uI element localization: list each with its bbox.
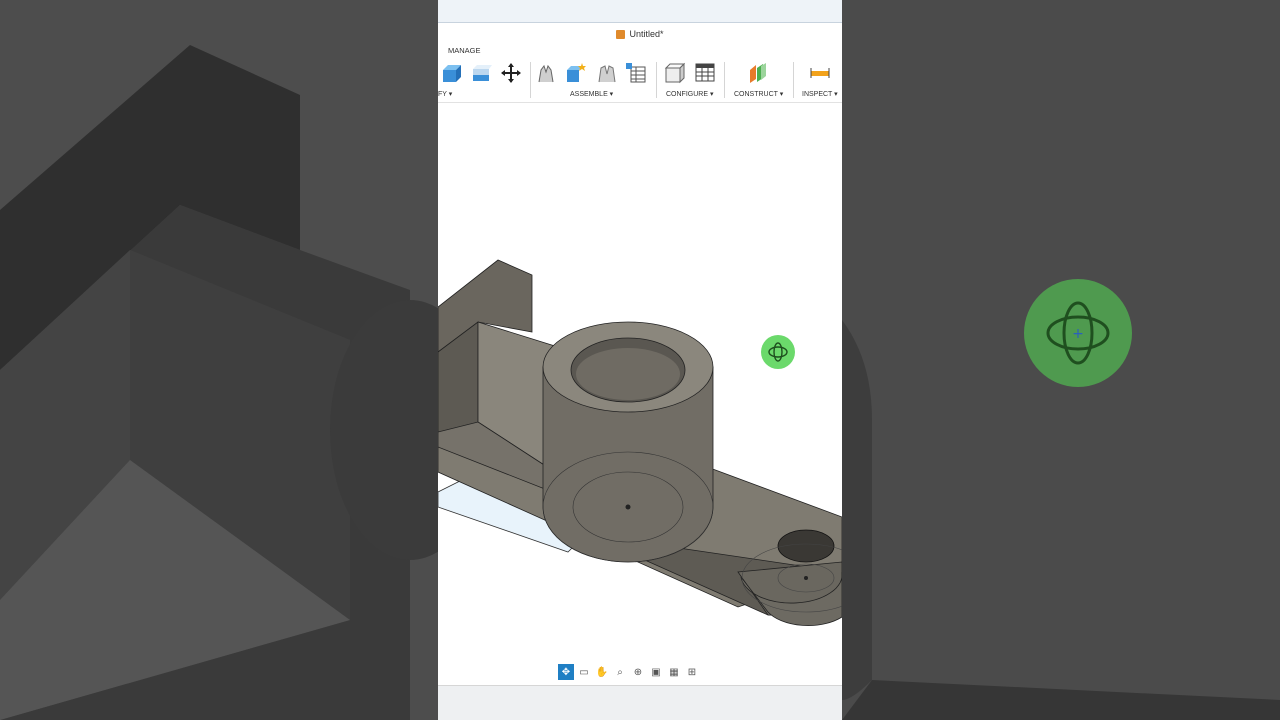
push-pull-icon[interactable]: [440, 62, 462, 84]
viewports-icon[interactable]: ⊞: [684, 664, 700, 680]
measure-icon[interactable]: [809, 62, 831, 84]
tab-manage[interactable]: MANAGE: [448, 46, 481, 55]
document-title-bar: Untitled*: [438, 23, 842, 45]
toolbar-separator: [793, 62, 794, 98]
toolbar-separator: [724, 62, 725, 98]
document-title: Untitled*: [629, 29, 664, 39]
ribbon-toolbar: FY ▾ ASSEMBLE ▾ CONFIGURE ▾ CONSTRUCT ▾ …: [438, 56, 842, 103]
fillet-icon[interactable]: [470, 62, 492, 84]
background-right-model: +: [842, 0, 1280, 720]
navigation-bar: ✥ ▭ ✋ ⌕ ⊕ ▣ ▦ ⊞: [558, 663, 700, 681]
configure-model-icon[interactable]: [663, 62, 685, 84]
bill-of-materials-icon[interactable]: [625, 62, 647, 84]
look-at-icon[interactable]: ▭: [576, 664, 592, 680]
canvas-viewport[interactable]: [438, 102, 842, 685]
orbit-icon: [768, 342, 788, 362]
background-right-panel: +: [842, 0, 1280, 720]
grid-settings-icon[interactable]: ▦: [666, 664, 682, 680]
background-left-model: [0, 0, 438, 720]
offset-plane-icon[interactable]: [747, 62, 769, 84]
display-settings-icon[interactable]: ▣: [648, 664, 664, 680]
group-label-inspect[interactable]: INSPECT ▾: [802, 90, 838, 98]
new-component-icon[interactable]: [565, 62, 587, 84]
window-top-strip: [438, 0, 842, 23]
rigid-group-icon[interactable]: [596, 62, 618, 84]
pan-icon[interactable]: ✋: [594, 664, 610, 680]
toolbar-separator: [530, 62, 531, 98]
group-label-configure[interactable]: CONFIGURE ▾: [666, 90, 713, 98]
group-label-construct[interactable]: CONSTRUCT ▾: [734, 90, 783, 98]
window-bottom-strip: [438, 685, 842, 720]
configuration-table-icon[interactable]: [694, 62, 716, 84]
orbit-tool-icon[interactable]: ✥: [558, 664, 574, 680]
toolbar-separator: [656, 62, 657, 98]
background-left-panel: [0, 0, 438, 720]
joint-icon[interactable]: [536, 62, 558, 84]
3d-model[interactable]: [438, 102, 842, 685]
move-icon[interactable]: [500, 62, 522, 84]
svg-text:+: +: [1072, 326, 1084, 342]
document-icon: [616, 29, 626, 39]
app-window: Untitled* MANAGE FY ▾ ASSEMBLE ▾ CONFIGU…: [438, 0, 842, 720]
group-label-assemble[interactable]: ASSEMBLE ▾: [570, 90, 613, 98]
fit-icon[interactable]: ⊕: [630, 664, 646, 680]
zoom-icon[interactable]: ⌕: [612, 664, 628, 680]
orbit-cursor: [761, 335, 795, 369]
group-label-modify[interactable]: FY ▾: [438, 90, 452, 98]
